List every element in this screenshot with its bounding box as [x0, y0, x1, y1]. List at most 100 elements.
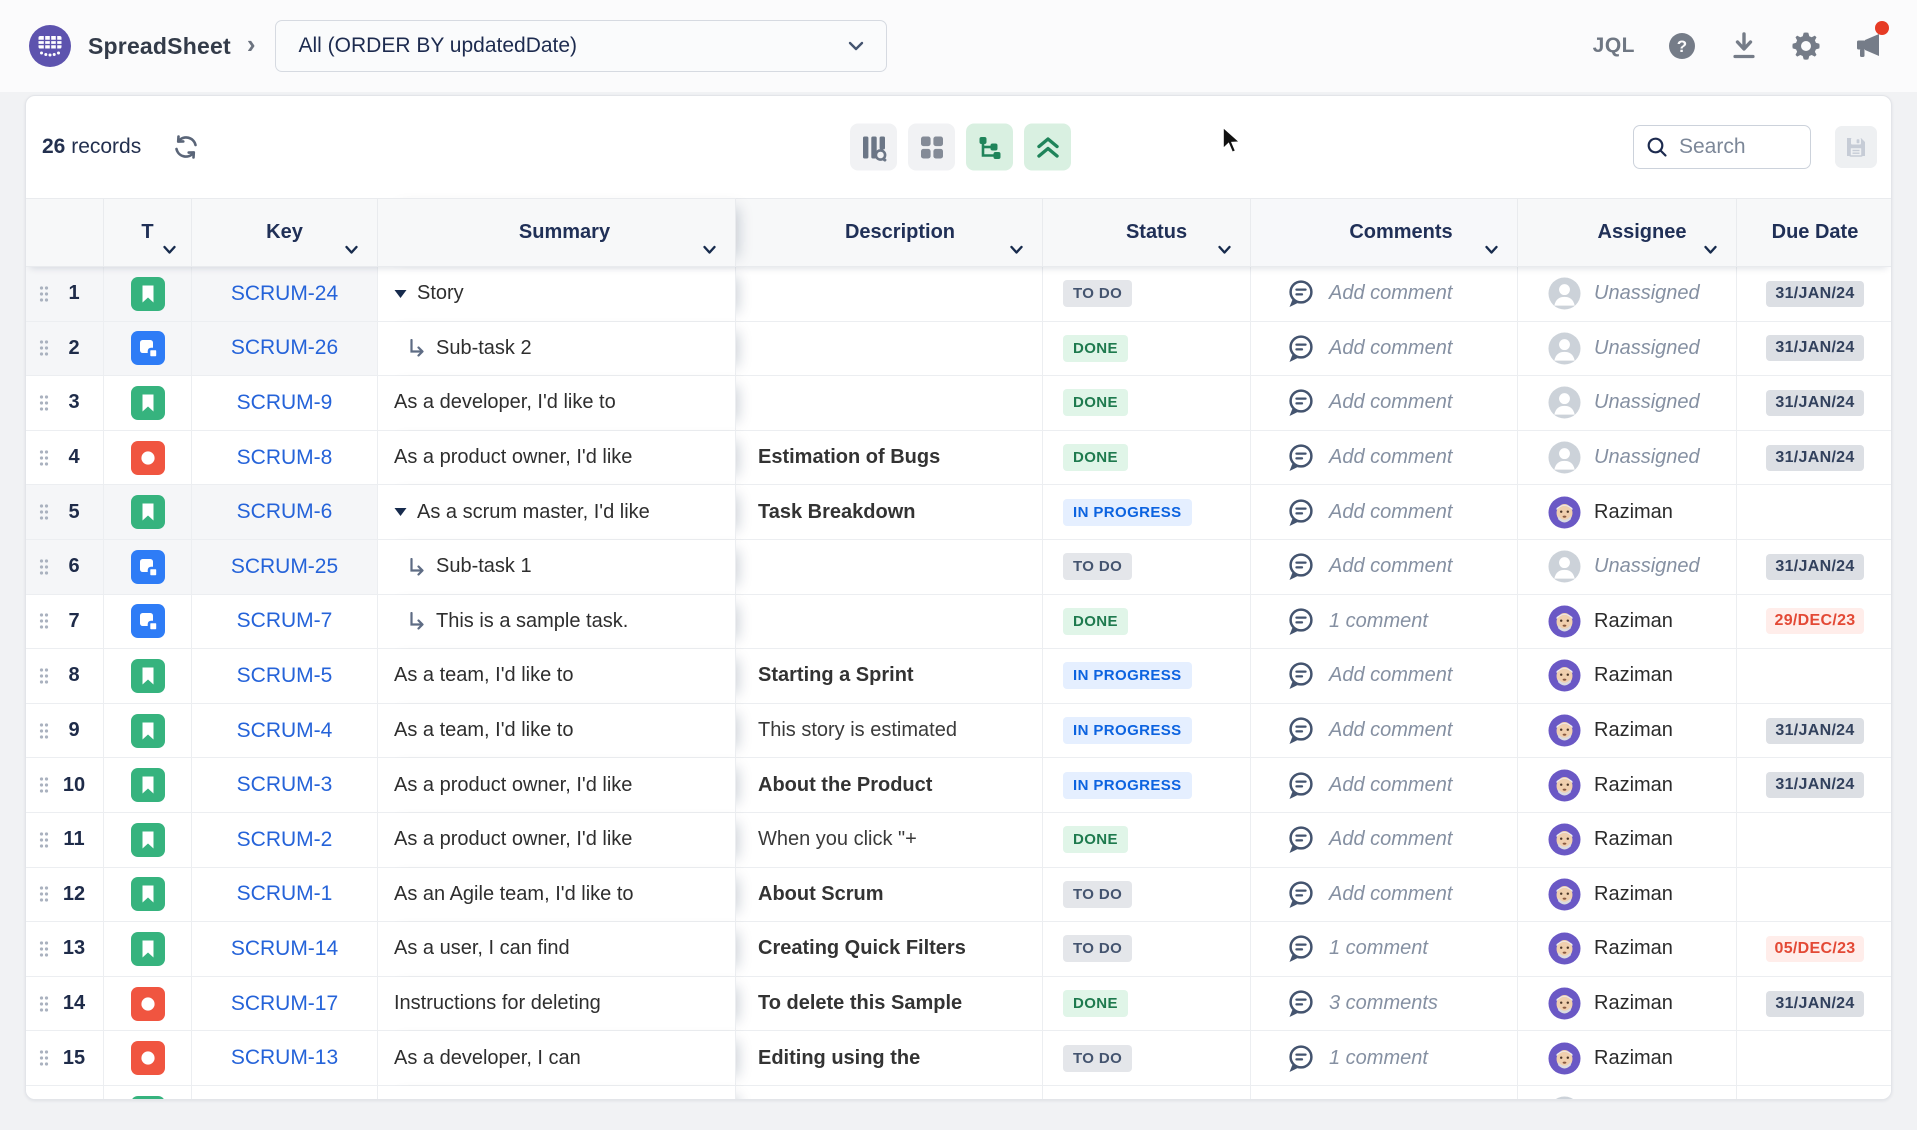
cell-description[interactable]: Editing using the: [736, 1031, 1043, 1086]
column-header-comments[interactable]: Comments: [1251, 198, 1518, 267]
issue-key-link[interactable]: SCRUM-6: [237, 500, 333, 524]
cell-summary[interactable]: Story: [378, 267, 736, 322]
filter-dropdown[interactable]: All (ORDER BY updatedDate): [275, 20, 887, 72]
drag-handle-icon[interactable]: [39, 394, 49, 412]
column-header-summary[interactable]: Summary: [378, 198, 736, 267]
cell-summary[interactable]: As a product owner, I'd like: [378, 758, 736, 813]
cell-issue-type[interactable]: [104, 1086, 192, 1100]
issue-key-link[interactable]: SCRUM-1: [237, 882, 333, 906]
cell-assignee[interactable]: Raziman: [1518, 758, 1737, 813]
cell-status[interactable]: DONE: [1043, 977, 1251, 1032]
cell-due-date[interactable]: [1737, 649, 1892, 704]
cell-comments[interactable]: Add comment: [1251, 868, 1518, 923]
cell-description[interactable]: This story is estimated: [736, 704, 1043, 759]
cell-row-number[interactable]: 4: [26, 431, 104, 486]
issue-key-link[interactable]: SCRUM-14: [231, 937, 338, 961]
jql-button[interactable]: JQL: [1593, 34, 1635, 58]
cell-assignee[interactable]: Unassigned: [1518, 1086, 1737, 1100]
cell-summary[interactable]: Sub-task 2: [378, 322, 736, 377]
cell-due-date[interactable]: [1737, 1086, 1892, 1100]
issue-key-link[interactable]: SCRUM-4: [237, 719, 333, 743]
cell-issue-type[interactable]: [104, 922, 192, 977]
cell-status[interactable]: TO DO: [1043, 267, 1251, 322]
cell-due-date[interactable]: 31/JAN/24: [1737, 704, 1892, 759]
cell-summary[interactable]: Instructions for deleting: [378, 977, 736, 1032]
cell-row-number[interactable]: 5: [26, 485, 104, 540]
collapse-all-button[interactable]: [1024, 124, 1071, 171]
cell-summary[interactable]: As a developer, I'd like to: [378, 376, 736, 431]
drag-handle-icon[interactable]: [39, 558, 49, 576]
cell-issue-type[interactable]: [104, 704, 192, 759]
cell-assignee[interactable]: Unassigned: [1518, 431, 1737, 486]
sort-chevron-icon[interactable]: [702, 245, 717, 255]
issue-key-link[interactable]: SCRUM-8: [237, 446, 333, 470]
cell-description[interactable]: Starting a Sprint: [736, 649, 1043, 704]
cell-issue-type[interactable]: [104, 540, 192, 595]
cell-comments[interactable]: Add comment: [1251, 1086, 1518, 1100]
cell-due-date[interactable]: 31/JAN/24: [1737, 977, 1892, 1032]
cell-due-date[interactable]: 05/DEC/23: [1737, 922, 1892, 977]
collapse-expander-icon[interactable]: [394, 289, 407, 299]
issue-key-link[interactable]: SCRUM-2: [237, 828, 333, 852]
column-header-key[interactable]: Key: [192, 198, 378, 267]
issue-key-link[interactable]: SCRUM-26: [231, 336, 338, 360]
cell-status[interactable]: DONE: [1043, 1086, 1251, 1100]
cell-assignee[interactable]: Raziman: [1518, 485, 1737, 540]
cell-issue-type[interactable]: [104, 1031, 192, 1086]
issue-key-link[interactable]: SCRUM-13: [231, 1046, 338, 1070]
cell-row-number[interactable]: 9: [26, 704, 104, 759]
cell-status[interactable]: IN PROGRESS: [1043, 704, 1251, 759]
cell-assignee[interactable]: Raziman: [1518, 595, 1737, 650]
cell-due-date[interactable]: [1737, 813, 1892, 868]
cell-description[interactable]: [736, 322, 1043, 377]
cell-description[interactable]: [736, 376, 1043, 431]
collapse-expander-icon[interactable]: [394, 507, 407, 517]
cell-summary[interactable]: As an Agile team, I'd like to: [378, 868, 736, 923]
refresh-button[interactable]: [169, 130, 203, 164]
issue-key-link[interactable]: SCRUM-17: [231, 992, 338, 1016]
cell-assignee[interactable]: Unassigned: [1518, 322, 1737, 377]
cell-assignee[interactable]: Raziman: [1518, 649, 1737, 704]
cell-description[interactable]: To delete this Sample: [736, 977, 1043, 1032]
cell-assignee[interactable]: Unassigned: [1518, 540, 1737, 595]
issue-key-link[interactable]: SCRUM-3: [237, 773, 333, 797]
drag-handle-icon[interactable]: [39, 722, 49, 740]
cell-comments[interactable]: 3 comments: [1251, 977, 1518, 1032]
cell-status[interactable]: DONE: [1043, 595, 1251, 650]
cell-status[interactable]: DONE: [1043, 322, 1251, 377]
issue-key-link[interactable]: SCRUM-9: [237, 391, 333, 415]
cards-view-button[interactable]: [908, 124, 955, 171]
cell-due-date[interactable]: 31/JAN/24: [1737, 758, 1892, 813]
cell-row-number[interactable]: 10: [26, 758, 104, 813]
cell-summary[interactable]: As a scrum master, I'd like: [378, 485, 736, 540]
cell-summary[interactable]: Sub-task 1: [378, 540, 736, 595]
help-button[interactable]: ?: [1667, 31, 1697, 61]
cell-due-date[interactable]: 31/JAN/24: [1737, 540, 1892, 595]
column-header-assignee[interactable]: Assignee: [1518, 198, 1737, 267]
cell-description[interactable]: Estimation of Bugs: [736, 431, 1043, 486]
settings-button[interactable]: [1791, 31, 1821, 61]
cell-comments[interactable]: 1 comment: [1251, 922, 1518, 977]
cell-due-date[interactable]: 29/DEC/23: [1737, 595, 1892, 650]
cell-row-number[interactable]: 11: [26, 813, 104, 868]
cell-issue-type[interactable]: [104, 868, 192, 923]
cell-issue-type[interactable]: [104, 485, 192, 540]
cell-due-date[interactable]: [1737, 485, 1892, 540]
cell-status[interactable]: IN PROGRESS: [1043, 649, 1251, 704]
cell-status[interactable]: DONE: [1043, 813, 1251, 868]
cell-summary[interactable]: As a user, I can find: [378, 922, 736, 977]
sort-chevron-icon[interactable]: [1703, 245, 1718, 255]
cell-summary[interactable]: As a product owner, I'd like: [378, 813, 736, 868]
cell-description[interactable]: Task Breakdown: [736, 485, 1043, 540]
column-header-due-date[interactable]: Due Date: [1737, 198, 1892, 267]
cell-description[interactable]: When you click "+: [736, 813, 1043, 868]
column-header-t[interactable]: T: [104, 198, 192, 267]
search-input[interactable]: [1677, 134, 1791, 160]
column-header-status[interactable]: Status: [1043, 198, 1251, 267]
cell-issue-type[interactable]: [104, 431, 192, 486]
save-button[interactable]: [1835, 126, 1877, 168]
cell-summary[interactable]: As a product owner, I'd like: [378, 431, 736, 486]
cell-status[interactable]: TO DO: [1043, 540, 1251, 595]
cell-due-date[interactable]: [1737, 868, 1892, 923]
drag-handle-icon[interactable]: [39, 667, 49, 685]
